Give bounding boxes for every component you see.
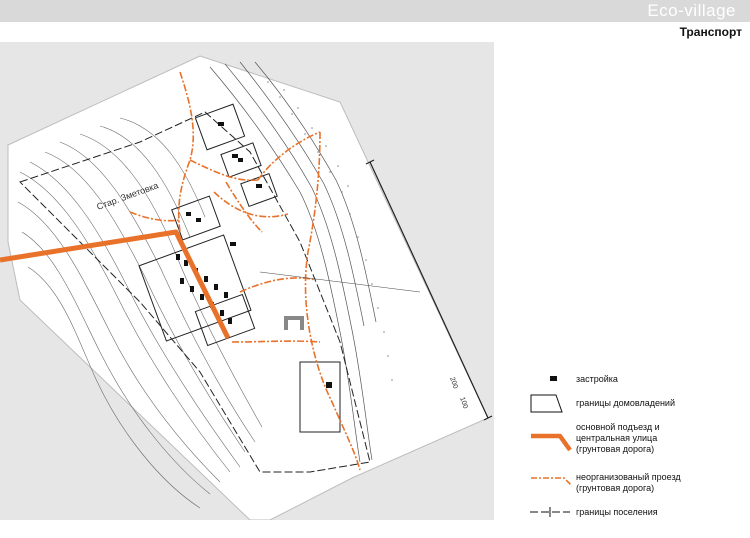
legend-label: границы поселения xyxy=(576,507,658,517)
plot-boundary-icon xyxy=(530,394,563,413)
legend-label: застройка xyxy=(576,374,618,384)
settlement-boundary-icon xyxy=(530,507,570,517)
legend-item-dirt-road: неорганизованый проезд (грунтовая дорога… xyxy=(528,470,738,496)
legend-item-settlement-boundary: границы поселения xyxy=(528,504,738,520)
legend-label: основной подъезд и центральная улица (гр… xyxy=(576,422,660,454)
legend-item-buildings: застройка xyxy=(528,372,738,386)
legend: застройка границы домовладений основной … xyxy=(528,368,738,528)
brand-title: Eco-village xyxy=(647,1,736,20)
header-bar: Eco-village xyxy=(0,0,750,22)
survey-map: Стар. Зметовка 200 100 xyxy=(0,55,493,520)
legend-item-main-road: основной подъезд и центральная улица (гр… xyxy=(528,420,738,460)
main-road-icon xyxy=(531,433,572,452)
map-panel: Стар. Зметовка 200 100 xyxy=(0,42,494,520)
legend-label: границы домовладений xyxy=(576,398,675,408)
legend-item-plots: границы домовладений xyxy=(528,392,738,414)
building-icon xyxy=(550,376,557,381)
dirt-road-icon xyxy=(531,477,572,487)
legend-label: неорганизованый проезд (грунтовая дорога… xyxy=(576,472,681,493)
section-title: Транспорт xyxy=(679,25,742,39)
